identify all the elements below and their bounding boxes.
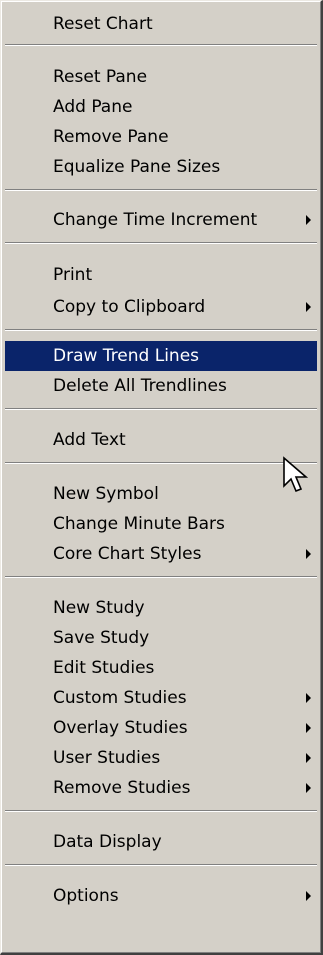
menu-item-custom-studies[interactable]: Custom Studies: [5, 683, 317, 713]
menu-separator: [5, 810, 317, 812]
menu-item-label: Custom Studies: [53, 688, 187, 708]
menu-item-label: User Studies: [53, 748, 161, 768]
menu-item-new-study[interactable]: New Study: [5, 593, 317, 623]
submenu-arrow-icon: [306, 549, 311, 559]
menu-item-change-minute-bars[interactable]: Change Minute Bars: [5, 509, 317, 539]
submenu-arrow-icon: [306, 753, 311, 763]
menu-separator: [5, 864, 317, 866]
context-menu: Reset Chart Reset Pane Add Pane Remove P…: [0, 0, 323, 955]
menu-separator: [5, 242, 317, 244]
menu-item-add-text[interactable]: Add Text: [5, 425, 317, 455]
menu-item-label: Data Display: [53, 832, 162, 852]
menu-item-label: Add Pane: [53, 97, 133, 117]
menu-separator: [5, 576, 317, 578]
menu-item-reset-chart[interactable]: Reset Chart: [5, 9, 317, 39]
menu-item-label: Reset Chart: [53, 14, 153, 34]
menu-separator: [5, 329, 317, 331]
menu-separator: [5, 44, 317, 46]
menu-item-label: Print: [53, 265, 93, 285]
menu-item-label: Edit Studies: [53, 658, 155, 678]
menu-item-label: Overlay Studies: [53, 718, 188, 738]
menu-item-label: New Symbol: [53, 484, 159, 504]
menu-item-equalize-pane-sizes[interactable]: Equalize Pane Sizes: [5, 152, 317, 182]
submenu-arrow-icon: [306, 723, 311, 733]
menu-separator: [5, 408, 317, 410]
submenu-arrow-icon: [306, 215, 311, 225]
menu-item-add-pane[interactable]: Add Pane: [5, 92, 317, 122]
menu-separator: [5, 189, 317, 191]
menu-item-reset-pane[interactable]: Reset Pane: [5, 62, 317, 92]
menu-item-data-display[interactable]: Data Display: [5, 827, 317, 857]
menu-item-overlay-studies[interactable]: Overlay Studies: [5, 713, 317, 743]
menu-item-change-time-increment[interactable]: Change Time Increment: [5, 205, 317, 235]
menu-item-edit-studies[interactable]: Edit Studies: [5, 653, 317, 683]
submenu-arrow-icon: [306, 783, 311, 793]
menu-item-options[interactable]: Options: [5, 881, 317, 911]
menu-item-label: Reset Pane: [53, 67, 148, 87]
menu-item-label: Save Study: [53, 628, 150, 648]
mouse-pointer-icon: [283, 456, 308, 493]
submenu-arrow-icon: [306, 891, 311, 901]
menu-item-new-symbol[interactable]: New Symbol: [5, 479, 317, 509]
menu-item-label: New Study: [53, 598, 145, 618]
menu-item-label: Add Text: [53, 430, 126, 450]
menu-item-copy-to-clipboard[interactable]: Copy to Clipboard: [5, 292, 317, 322]
menu-item-label: Change Minute Bars: [53, 514, 225, 534]
submenu-arrow-icon: [306, 693, 311, 703]
menu-item-label: Draw Trend Lines: [53, 346, 200, 366]
menu-item-label: Copy to Clipboard: [53, 297, 206, 317]
menu-item-label: Options: [53, 886, 119, 906]
menu-item-user-studies[interactable]: User Studies: [5, 743, 317, 773]
submenu-arrow-icon: [306, 302, 311, 312]
menu-item-print[interactable]: Print: [5, 260, 317, 290]
menu-separator: [5, 462, 317, 464]
menu-item-draw-trend-lines[interactable]: Draw Trend Lines: [5, 341, 317, 371]
menu-item-core-chart-styles[interactable]: Core Chart Styles: [5, 539, 317, 569]
menu-item-remove-studies[interactable]: Remove Studies: [5, 773, 317, 803]
menu-item-label: Remove Studies: [53, 778, 191, 798]
menu-item-label: Remove Pane: [53, 127, 169, 147]
menu-item-label: Change Time Increment: [53, 210, 258, 230]
menu-item-save-study[interactable]: Save Study: [5, 623, 317, 653]
menu-item-delete-all-trendlines[interactable]: Delete All Trendlines: [5, 371, 317, 401]
menu-item-remove-pane[interactable]: Remove Pane: [5, 122, 317, 152]
menu-item-label: Core Chart Styles: [53, 544, 202, 564]
menu-item-label: Delete All Trendlines: [53, 376, 227, 396]
menu-item-label: Equalize Pane Sizes: [53, 157, 221, 177]
